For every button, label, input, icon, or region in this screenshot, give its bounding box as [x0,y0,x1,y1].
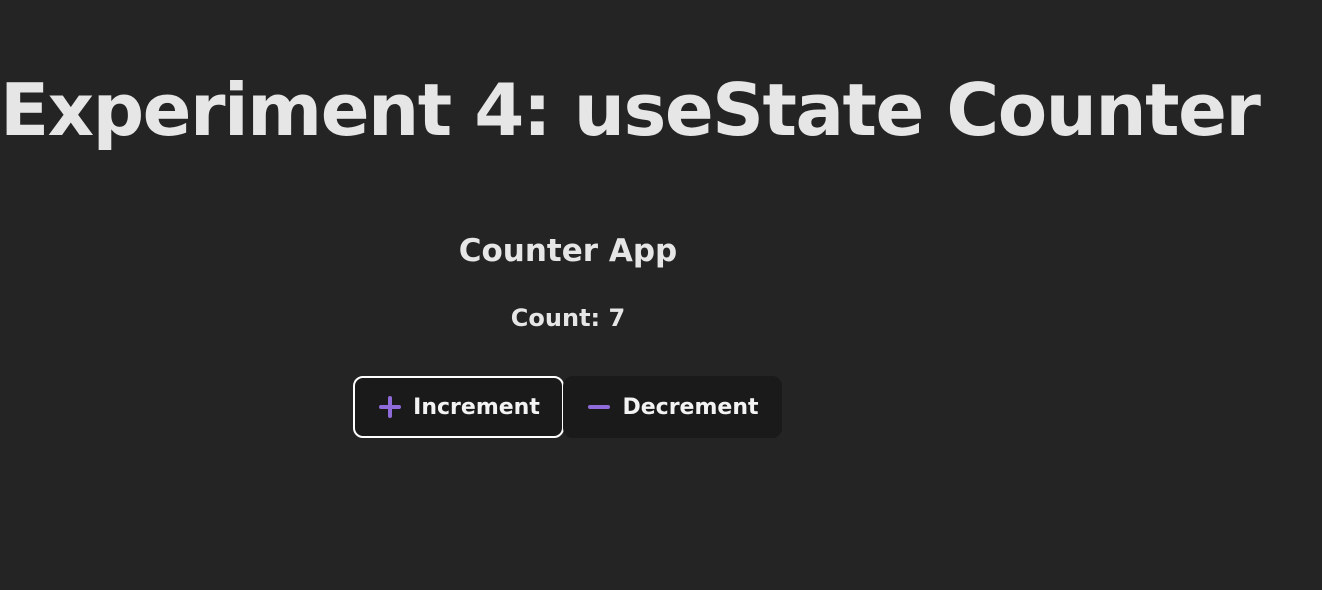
page-title: Experiment 4: useState Counter [0,68,1261,152]
decrement-button-label: Decrement [622,394,759,420]
increment-button[interactable]: Increment [353,376,564,438]
plus-icon [377,394,403,420]
minus-icon [586,394,612,420]
increment-button-label: Increment [413,394,540,420]
counter-button-row: Increment Decrement [353,376,783,438]
counter-app-title: Counter App [458,233,678,269]
count-display: Count: 7 [510,304,626,332]
decrement-button[interactable]: Decrement [563,376,782,438]
counter-app: Counter App Count: 7 Increment Decrement [353,224,783,438]
